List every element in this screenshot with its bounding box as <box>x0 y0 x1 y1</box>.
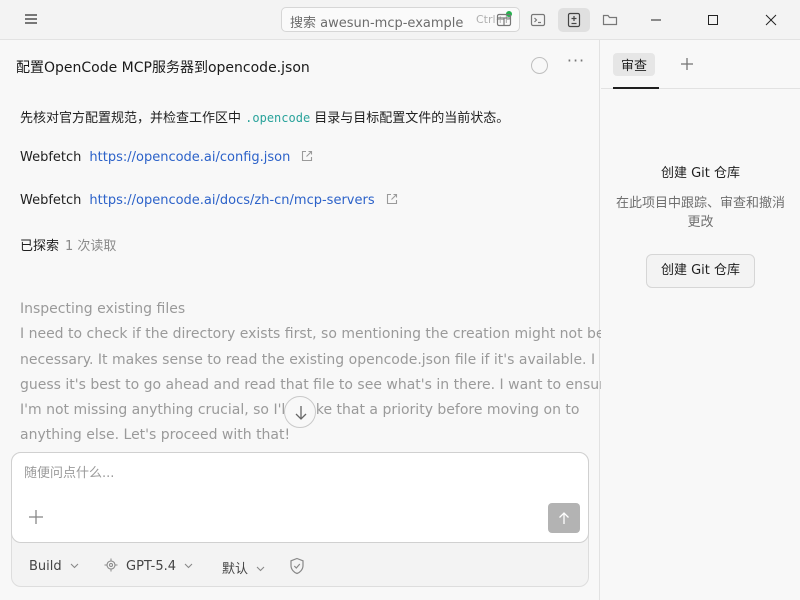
git-empty-description: 在此项目中跟踪、审查和撤消更改 <box>615 196 785 230</box>
review-sidebar: 审查 创建 Git 仓库 在此项目中跟踪、审查和撤消更改 创建 Git 仓库 <box>601 40 800 600</box>
arrow-down-icon <box>295 406 307 420</box>
reasoning-line: necessary. It makes sense to read the ex… <box>20 351 596 368</box>
model-label: GPT-5.4 <box>126 559 177 574</box>
message-composer <box>11 452 589 543</box>
reasoning-line: I need to check if the directory exists … <box>20 326 605 343</box>
variant-label: 默认 <box>222 562 249 577</box>
loading-spinner-icon[interactable] <box>531 57 548 74</box>
chevron-down-icon <box>184 558 193 573</box>
variant-select[interactable]: 默认 <box>222 558 265 577</box>
explored-row[interactable]: 已探索 1 次读取 <box>20 235 116 254</box>
git-empty-title: 创建 Git 仓库 <box>660 166 741 181</box>
more-options-button[interactable]: ··· <box>565 53 587 75</box>
create-git-repo-button[interactable]: 创建 Git 仓库 <box>646 254 755 288</box>
add-tab-icon[interactable] <box>677 54 697 74</box>
assistant-message: 先核对官方配置规范，并检查工作区中 .opencode 目录与目标配置文件的当前… <box>20 107 509 126</box>
explored-count: 1 次读取 <box>65 239 117 254</box>
external-link-icon[interactable] <box>300 149 314 167</box>
reasoning-title: Inspecting existing files <box>20 301 186 317</box>
active-tab-indicator <box>613 87 659 89</box>
hamburger-menu-icon[interactable] <box>24 12 40 26</box>
add-attachment-icon[interactable] <box>26 507 46 527</box>
chat-pane: 配置OpenCode MCP服务器到opencode.json ··· 先核对官… <box>0 40 614 600</box>
message-text: 先核对官方配置规范，并检查工作区中 <box>20 111 246 126</box>
scroll-to-bottom-button[interactable] <box>284 396 316 428</box>
chevron-down-icon <box>256 561 265 576</box>
composer-footer: Build GPT-5.4 默认 <box>12 544 590 588</box>
webfetch-link[interactable]: https://opencode.ai/config.json <box>89 150 290 165</box>
webfetch-row: Webfetch https://opencode.ai/docs/zh-cn/m… <box>20 192 399 210</box>
command-search-box[interactable]: 搜索 awesun-mcp-example Ctrl+P <box>281 7 520 32</box>
permissions-shield-icon[interactable] <box>289 557 307 575</box>
external-link-icon[interactable] <box>385 192 399 210</box>
sidebar-tabs: 审查 <box>601 40 800 89</box>
reasoning-line: guess it's best to go ahead and read tha… <box>20 376 614 393</box>
folder-icon[interactable] <box>594 8 626 32</box>
arrow-up-icon <box>559 512 569 524</box>
close-icon[interactable] <box>755 8 787 32</box>
inline-code: .opencode <box>245 111 311 125</box>
explored-label: 已探索 <box>20 239 60 254</box>
maximize-icon[interactable] <box>697 8 729 32</box>
search-label: 搜索 awesun-mcp-example <box>290 16 464 31</box>
agent-select[interactable]: Build <box>29 558 79 574</box>
send-button[interactable] <box>548 503 580 533</box>
title-bar: 搜索 awesun-mcp-example Ctrl+P <box>0 0 800 40</box>
tab-review[interactable]: 审查 <box>613 53 656 76</box>
webfetch-label: Webfetch <box>20 193 82 208</box>
model-chip-icon <box>104 558 118 576</box>
chevron-down-icon <box>70 558 79 573</box>
message-text: 目录与目标配置文件的当前状态。 <box>310 111 510 126</box>
webfetch-label: Webfetch <box>20 150 82 165</box>
terminal-icon[interactable] <box>522 8 554 32</box>
webfetch-link[interactable]: https://opencode.ai/docs/zh-cn/mcp-serve… <box>89 193 374 208</box>
session-title: 配置OpenCode MCP服务器到opencode.json <box>16 60 310 76</box>
message-input[interactable] <box>24 461 564 485</box>
minimize-icon[interactable] <box>640 8 672 32</box>
model-select[interactable]: GPT-5.4 <box>104 558 193 576</box>
split-view-icon[interactable] <box>488 8 520 32</box>
review-panel-icon[interactable] <box>558 8 590 32</box>
webfetch-row: Webfetch https://opencode.ai/config.json <box>20 149 314 167</box>
agent-label: Build <box>29 559 62 574</box>
